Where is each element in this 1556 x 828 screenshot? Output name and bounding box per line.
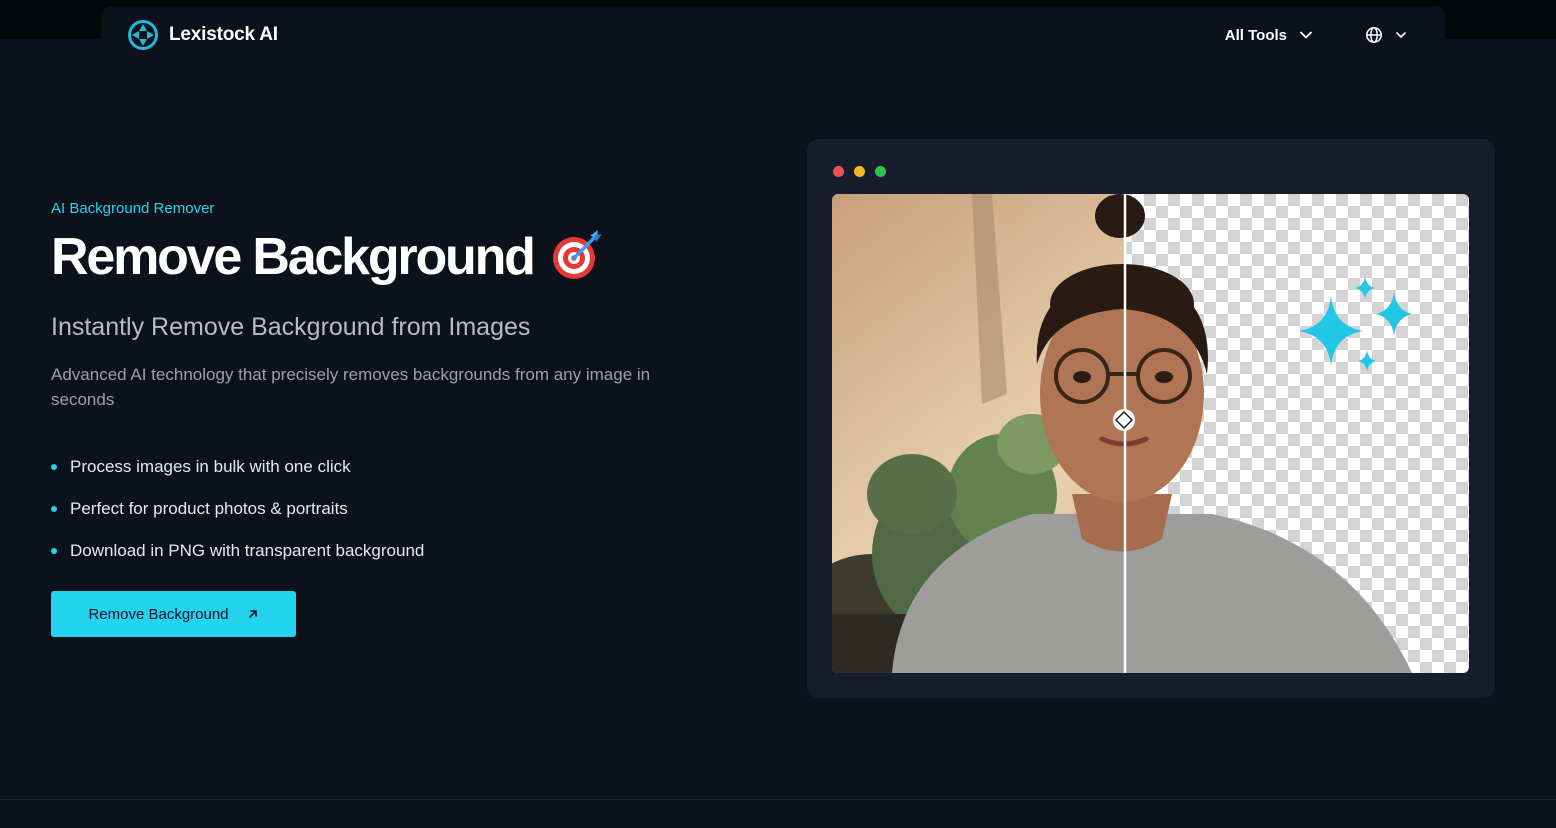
- maximize-dot: [875, 166, 886, 177]
- globe-icon: [1366, 27, 1382, 43]
- chevron-down-icon: [1396, 32, 1406, 38]
- bullet-icon: [51, 464, 57, 470]
- page-title: Remove Background: [51, 228, 536, 286]
- before-after-image: [832, 194, 1469, 673]
- hero-eyebrow: AI Background Remover: [51, 200, 215, 217]
- feature-list: Process images in bulk with one click Pe…: [51, 446, 711, 572]
- brand-logo[interactable]: Lexistock AI: [127, 19, 278, 51]
- feature-text: Download in PNG with transparent backgro…: [70, 541, 425, 560]
- navbar: Lexistock AI All Tools: [101, 6, 1445, 64]
- hero-content: AI Background Remover Remove Background …: [51, 200, 711, 572]
- feature-text: Process images in bulk with one click: [70, 457, 351, 476]
- list-item: Process images in bulk with one click: [51, 446, 711, 488]
- preview-window: [807, 139, 1495, 698]
- language-selector[interactable]: [1365, 26, 1407, 44]
- bullet-icon: [51, 506, 57, 512]
- list-item: Download in PNG with transparent backgro…: [51, 530, 711, 572]
- hero-description: Advanced AI technology that precisely re…: [51, 365, 651, 409]
- arrow-up-right-icon: [248, 610, 257, 618]
- hero-subtitle: Instantly Remove Background from Images: [51, 313, 531, 341]
- split-handle-icon: [1113, 409, 1135, 431]
- aperture-logo-icon: [128, 20, 158, 50]
- window-controls: [833, 166, 886, 177]
- before-after-preview[interactable]: [832, 194, 1469, 673]
- remove-background-button[interactable]: Remove Background: [51, 591, 296, 637]
- section-divider: [0, 799, 1556, 800]
- brand-name: Lexistock AI: [169, 24, 278, 45]
- all-tools-label: All Tools: [1224, 26, 1287, 44]
- close-dot: [833, 166, 844, 177]
- dart-target-icon: [552, 230, 602, 279]
- bullet-icon: [51, 548, 57, 554]
- minimize-dot: [854, 166, 865, 177]
- all-tools-menu[interactable]: All Tools: [1225, 27, 1313, 44]
- feature-text: Perfect for product photos & portraits: [70, 499, 348, 518]
- cta-label: Remove Background: [88, 605, 229, 623]
- chevron-down-icon: [1300, 31, 1312, 39]
- list-item: Perfect for product photos & portraits: [51, 488, 711, 530]
